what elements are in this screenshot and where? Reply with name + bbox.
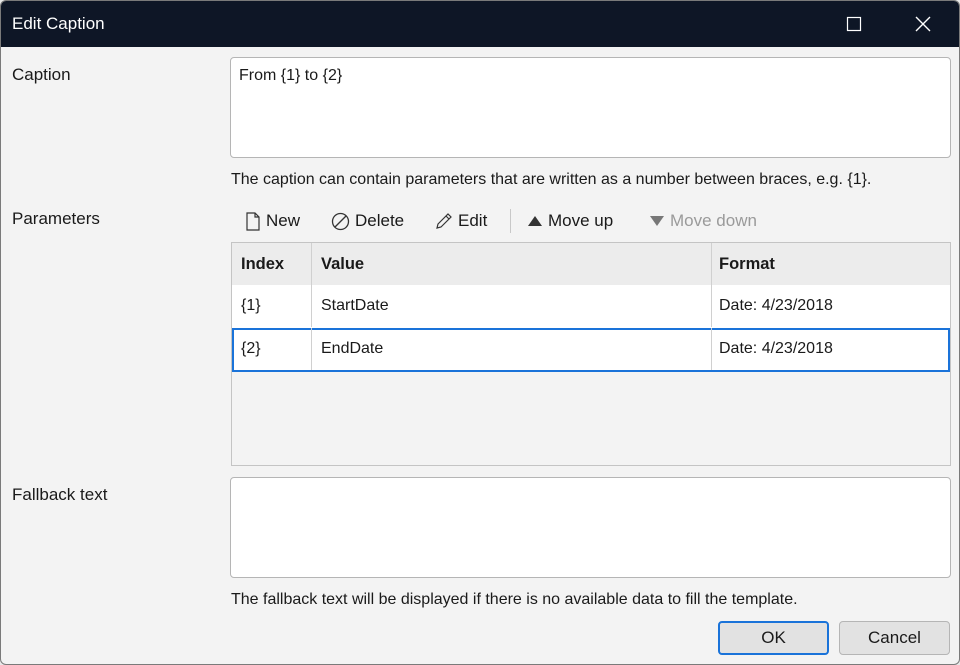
caption-label: Caption <box>12 65 71 84</box>
caption-textarea[interactable]: From {1} to {2} <box>230 57 951 158</box>
maximize-button[interactable] <box>831 1 877 47</box>
row-format-cell: Date: 4/23/2018 <box>711 328 950 370</box>
cancel-button[interactable]: Cancel <box>839 621 950 655</box>
fallback-hint: The fallback text will be displayed if t… <box>231 591 798 608</box>
move-up-label: Move up <box>548 211 614 230</box>
edit-button[interactable]: Edit <box>435 205 487 237</box>
column-header-index[interactable]: Index <box>232 243 311 285</box>
fallback-textarea[interactable] <box>230 477 951 578</box>
close-button[interactable] <box>900 1 946 47</box>
new-button[interactable]: New <box>245 205 300 237</box>
delete-icon <box>331 212 350 231</box>
new-document-icon <box>245 211 261 231</box>
row-index-cell: {2} <box>241 340 261 357</box>
delete-label: Delete <box>355 211 405 230</box>
ok-button[interactable]: OK <box>718 621 829 655</box>
grid-header: Index Value Format <box>232 243 950 286</box>
move-up-button[interactable]: Move up <box>527 205 613 237</box>
parameters-toolbar: New Delete Edit Move up Move down <box>231 205 951 237</box>
table-row[interactable]: {1} StartDate Date: 4/23/2018 <box>232 285 950 329</box>
move-down-label: Move down <box>670 211 757 230</box>
column-header-format[interactable]: Format <box>711 243 950 285</box>
parameters-label: Parameters <box>12 209 100 228</box>
caption-hint: The caption can contain parameters that … <box>231 171 872 188</box>
parameters-grid: Index Value Format {1} StartDate Date: 4… <box>231 242 951 466</box>
toolbar-separator <box>510 209 511 233</box>
row-index-cell: {1} <box>241 297 261 314</box>
edit-label: Edit <box>458 211 488 230</box>
triangle-up-icon <box>527 214 543 228</box>
maximize-icon <box>846 16 862 32</box>
title-bar: Edit Caption <box>1 1 959 47</box>
fallback-label: Fallback text <box>12 485 108 504</box>
pencil-icon <box>435 212 453 230</box>
caption-text: From {1} to {2} <box>239 67 343 84</box>
triangle-down-icon <box>649 214 665 228</box>
move-down-button[interactable]: Move down <box>649 205 757 237</box>
row-value-cell: EndDate <box>311 328 711 370</box>
close-icon <box>915 16 931 32</box>
new-label: New <box>266 211 301 230</box>
delete-button[interactable]: Delete <box>331 205 404 237</box>
row-value-cell: StartDate <box>311 285 711 327</box>
row-format-cell: Date: 4/23/2018 <box>711 285 950 327</box>
window-title: Edit Caption <box>12 14 105 33</box>
column-header-value[interactable]: Value <box>311 243 711 285</box>
table-row-selected[interactable]: {2} EndDate Date: 4/23/2018 <box>232 328 950 372</box>
edit-caption-dialog: Edit Caption Caption From {1} to {2} The… <box>0 0 960 665</box>
